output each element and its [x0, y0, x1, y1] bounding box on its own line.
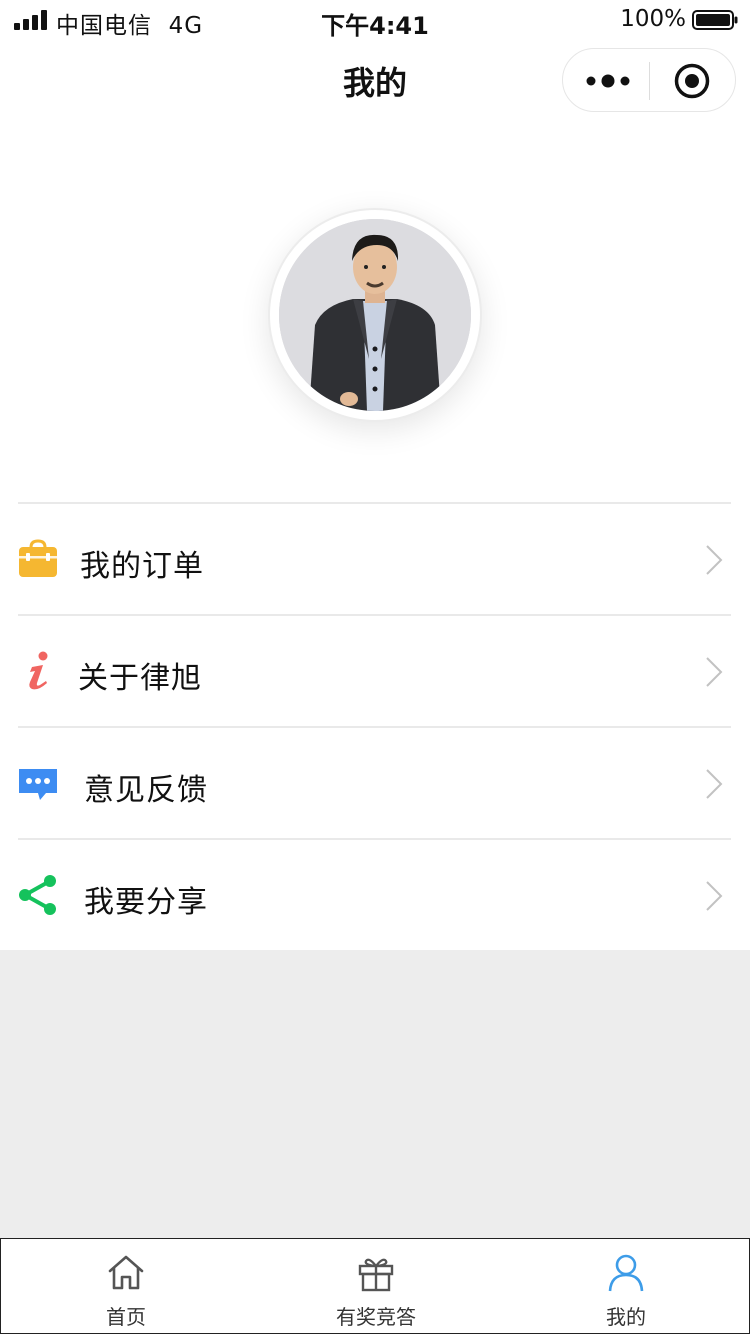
tab-label: 有奖竞答	[336, 1305, 416, 1329]
miniprogram-capsule	[562, 48, 736, 112]
menu-item-label: 我要分享	[84, 885, 208, 920]
tab-label: 我的	[606, 1305, 646, 1329]
more-icon[interactable]	[585, 69, 631, 93]
chevron-right-icon	[706, 545, 723, 575]
avatar[interactable]	[279, 219, 471, 411]
battery-percent: 100%	[620, 6, 686, 32]
menu-item-label: 关于律旭	[78, 661, 202, 696]
close-target-icon[interactable]	[673, 62, 711, 100]
status-bar: 中国电信 4G 下午4:41 100%	[0, 0, 750, 40]
avatar-photo	[279, 219, 471, 411]
battery-icon	[692, 10, 738, 30]
home-icon	[108, 1255, 144, 1290]
info-icon	[29, 651, 48, 690]
navigation-bar: 我的	[0, 40, 750, 124]
user-icon	[608, 1254, 644, 1292]
menu-item-label: 我的订单	[80, 549, 204, 584]
chat-bubble-icon	[19, 769, 57, 800]
gift-icon	[358, 1258, 394, 1292]
menu-item-orders[interactable]: 我的订单	[18, 502, 731, 614]
menu-list: 我的订单 关于律旭 意见反馈 我要分享	[0, 502, 750, 950]
menu-item-label: 意见反馈	[84, 773, 208, 808]
menu-item-about[interactable]: 关于律旭	[18, 614, 731, 726]
profile-section	[0, 124, 750, 502]
chevron-right-icon	[706, 657, 723, 687]
tab-quiz[interactable]: 有奖竞答	[251, 1239, 501, 1334]
share-icon	[19, 875, 56, 915]
tab-label: 首页	[106, 1305, 146, 1329]
tab-bar: 首页 有奖竞答 我的	[0, 1238, 750, 1334]
menu-item-feedback[interactable]: 意见反馈	[18, 726, 731, 838]
chevron-right-icon	[706, 769, 723, 799]
avatar-frame	[268, 208, 482, 422]
capsule-divider	[649, 62, 650, 100]
chevron-right-icon	[706, 881, 723, 911]
briefcase-icon	[19, 539, 57, 577]
menu-item-share[interactable]: 我要分享	[18, 838, 731, 950]
tab-mine[interactable]: 我的	[501, 1239, 750, 1334]
tab-home[interactable]: 首页	[1, 1239, 251, 1334]
